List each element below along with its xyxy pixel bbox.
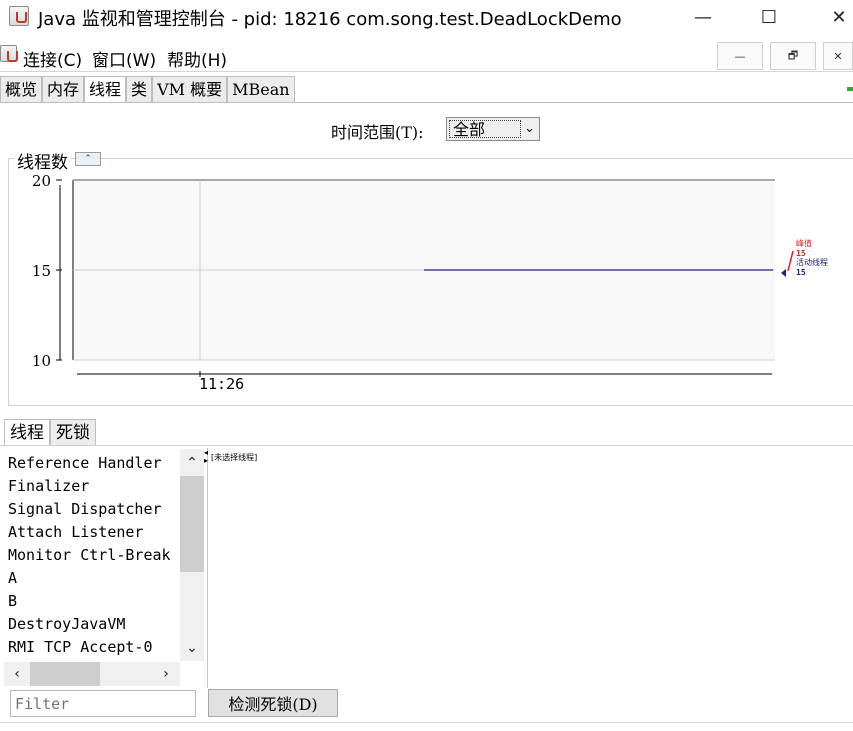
status-indicator	[847, 87, 853, 91]
list-item[interactable]: Attach Listener	[8, 523, 143, 541]
chevron-down-icon[interactable]: ⌄	[180, 636, 204, 660]
list-item[interactable]: RMI TCP Accept-0	[8, 638, 153, 656]
y-tick-label: 10	[32, 352, 51, 370]
legend-peak-stroke	[787, 250, 794, 272]
vertical-scroll-thumb[interactable]	[180, 476, 204, 572]
chevron-left-icon[interactable]: ‹	[5, 662, 29, 686]
thread-count-chart: 10152011:26峰值15活动线程15	[32, 172, 828, 393]
time-range-value: 全部	[449, 120, 521, 139]
list-item[interactable]: A	[8, 569, 17, 587]
close-button[interactable]: ✕	[816, 0, 853, 34]
main-tabs: 概览 内存 线程 类 VM 概要 MBean	[0, 76, 295, 103]
legend-live-value: 15	[796, 268, 806, 277]
list-item[interactable]: Finalizer	[8, 477, 89, 495]
java-frame-icon	[0, 45, 18, 62]
legend-peak-value: 15	[796, 249, 806, 258]
chevron-right-icon[interactable]: ›	[154, 662, 178, 686]
tab-mbean[interactable]: MBean	[227, 76, 295, 102]
window-title: Java 监视和管理控制台 - pid: 18216 com.song.test…	[38, 9, 622, 30]
tab-memory[interactable]: 内存	[42, 76, 85, 102]
y-tick-label: 15	[32, 262, 51, 280]
legend-marker	[781, 269, 786, 277]
horizontal-scroll-thumb[interactable]	[30, 662, 100, 686]
menu-help[interactable]: 帮助(H)	[167, 46, 227, 71]
tab-overview[interactable]: 概览	[0, 76, 43, 102]
tab-threads[interactable]: 线程	[84, 76, 127, 103]
time-range-select[interactable]: 全部 ⌄	[446, 117, 540, 141]
split-arrows-icon[interactable]: ◂ ▸	[204, 449, 208, 465]
tab-divider	[0, 102, 853, 103]
legend-peak-label: 峰值	[796, 238, 812, 248]
x-tick-label: 11:26	[199, 375, 244, 393]
subtab-divider	[0, 445, 853, 446]
mdi-close-button[interactable]: ✕	[823, 42, 853, 70]
thread-subtabs: 线程 死锁	[4, 419, 96, 445]
title-bar: Java 监视和管理控制台 - pid: 18216 com.song.test…	[0, 0, 853, 34]
chevron-up-icon[interactable]: ⌃	[180, 451, 204, 475]
filter-input[interactable]	[10, 690, 196, 717]
mdi-restore-button[interactable]: 🗗	[770, 42, 816, 70]
list-item[interactable]: Monitor Ctrl-Break	[8, 546, 171, 564]
chevron-down-icon: ⌄	[524, 121, 535, 136]
bottom-divider	[0, 722, 853, 723]
tab-thread-list[interactable]: 线程	[4, 419, 50, 445]
legend-live-label: 活动线程	[796, 257, 828, 267]
thread-list[interactable]: Reference Handler Finalizer Signal Dispa…	[4, 448, 204, 688]
tab-deadlock[interactable]: 死锁	[50, 419, 96, 445]
tab-classes[interactable]: 类	[126, 76, 153, 102]
collapse-button[interactable]: ⌃	[75, 152, 101, 166]
mdi-minimize-button[interactable]: —	[717, 42, 763, 70]
list-item[interactable]: DestroyJavaVM	[8, 615, 125, 633]
y-tick-label: 20	[32, 172, 51, 190]
thread-detail-text: [未选择线程]	[211, 453, 258, 462]
list-item[interactable]: B	[8, 592, 17, 610]
list-item[interactable]: Reference Handler	[8, 454, 162, 472]
menu-connect[interactable]: 连接(C)	[23, 46, 82, 71]
minimize-button[interactable]: —	[680, 0, 726, 34]
menu-window[interactable]: 窗口(W)	[92, 46, 156, 71]
java-app-icon	[9, 6, 29, 26]
maximize-button[interactable]: ☐	[746, 0, 792, 34]
detect-deadlock-button[interactable]: 检测死锁(D)	[208, 689, 338, 717]
tab-vm-summary[interactable]: VM 概要	[152, 76, 228, 102]
time-range-label: 时间范围(T):	[331, 123, 424, 142]
list-item[interactable]: Signal Dispatcher	[8, 500, 162, 518]
split-pane-divider[interactable]	[207, 448, 210, 688]
